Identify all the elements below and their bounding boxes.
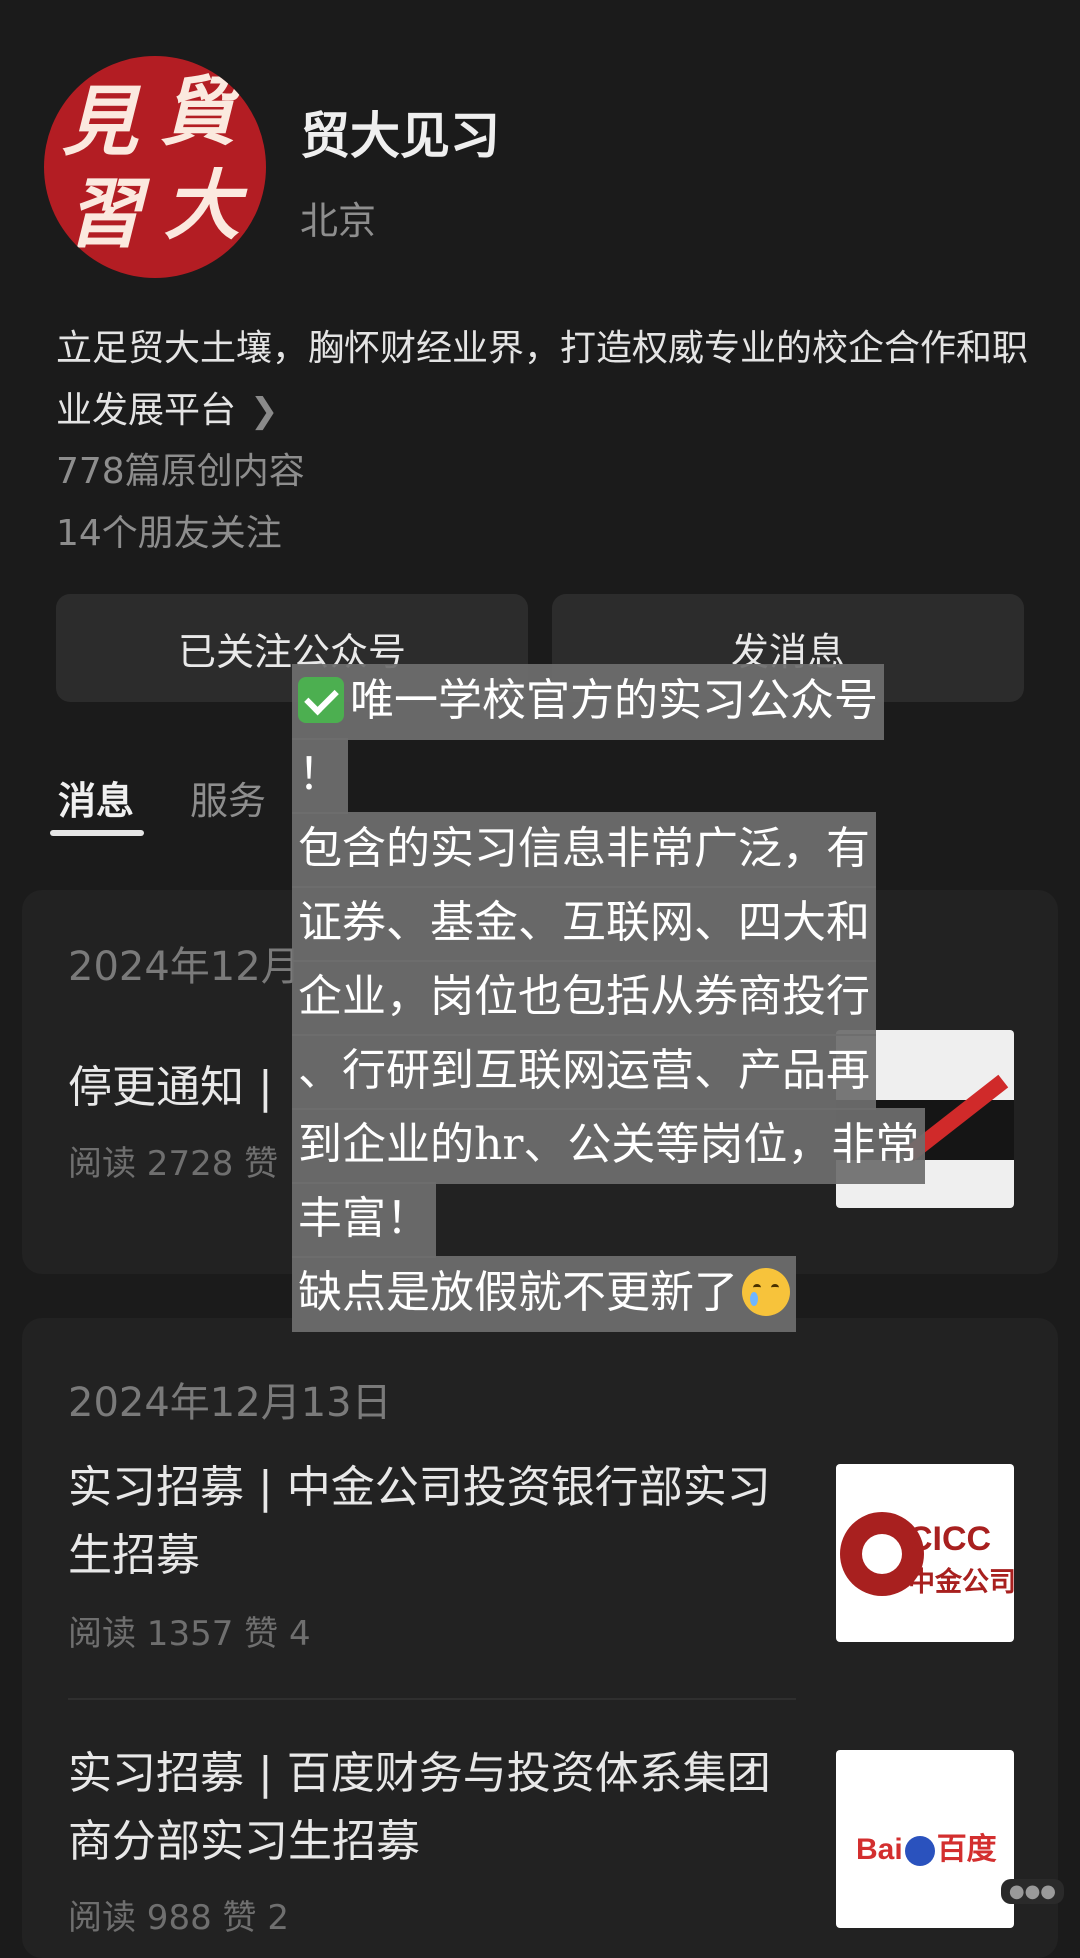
annotation-line: 唯一学校官方的实习公众号 (292, 664, 884, 740)
account-avatar[interactable]: 見 貿 習 大 (44, 56, 266, 278)
description-text: 立足贸大土壤，胸怀财经业界，打造权威专业的校企合作和职业发展平台 (56, 328, 1029, 431)
original-count: 778篇原创内容 (56, 451, 305, 492)
tab-active-indicator (50, 830, 144, 836)
feed-date: 2024年12月13日 (68, 1380, 392, 1426)
chevron-right-icon: ❯ (250, 391, 279, 431)
paw-icon (904, 1836, 935, 1867)
account-city: 北京 (300, 199, 377, 243)
article-title[interactable]: 实习招募 | 百度财务与投资体系集团商分部实习生招募 (68, 1740, 798, 1876)
annotation-line: 证券、基金、互联网、四大和 (292, 886, 876, 962)
annotation-line: 丰富！ (292, 1182, 436, 1258)
annotation-line: 到企业的hr、公关等岗位，非常 (292, 1108, 926, 1184)
watermark-badge: ●●● (1000, 1879, 1064, 1904)
logo-char: 大 (164, 161, 240, 250)
cicc-logo-hole (862, 1534, 902, 1574)
feed-date: 2024年12月 (68, 944, 301, 990)
annotation-line: 、行研到互联网运营、产品再 (292, 1034, 876, 1110)
friends-following: 14个朋友关注 (56, 513, 282, 554)
logo-char: 貿 (160, 67, 236, 156)
article-thumbnail-baidu[interactable]: Bai 百度 (836, 1750, 1014, 1928)
crying-face-icon (742, 1267, 790, 1316)
article-meta: 阅读 988 赞 2 (68, 1898, 289, 1938)
article-meta: 阅读 2728 赞 (68, 1144, 279, 1184)
annotation-line: 包含的实习信息非常广泛，有 (292, 812, 876, 888)
check-icon (298, 676, 344, 723)
article-thumbnail-cicc[interactable]: CICC 中金公司 (836, 1464, 1014, 1642)
logo-char: 習 (66, 169, 142, 258)
article-meta: 阅读 1357 赞 4 (68, 1614, 311, 1654)
annotation-line: 企业，岗位也包括从券商投行 (292, 960, 876, 1036)
article-title[interactable]: 实习招募 | 中金公司投资银行部实习生招募 (68, 1454, 798, 1590)
account-description[interactable]: 立足贸大土壤，胸怀财经业界，打造权威专业的校企合作和职业发展平台 ❯ (56, 318, 1036, 442)
cicc-logo-text: CICC (908, 1520, 992, 1558)
tab-messages[interactable]: 消息 (58, 770, 134, 825)
annotation-line: ！ (292, 738, 348, 814)
baidu-logo-text: Bai 百度 (856, 1833, 997, 1867)
annotation-line: 缺点是放假就不更新了 (292, 1256, 796, 1332)
cicc-logo-subtext: 中金公司 (908, 1567, 1014, 1598)
tab-services[interactable]: 服务 (190, 770, 266, 825)
account-name: 贸大见习 (300, 107, 500, 165)
logo-char: 見 (62, 77, 138, 166)
divider (68, 1698, 796, 1700)
